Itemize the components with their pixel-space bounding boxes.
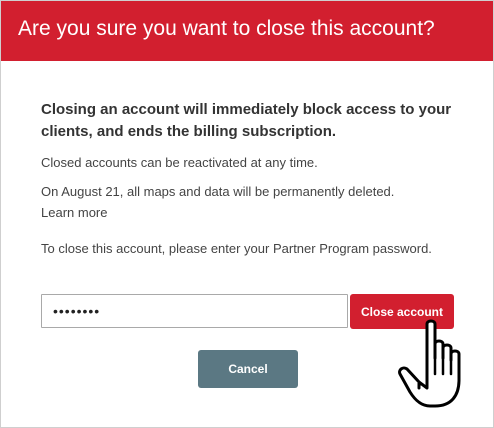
- dialog-header: Are you sure you want to close this acco…: [1, 1, 493, 61]
- deletion-note: On August 21, all maps and data will be …: [41, 181, 461, 223]
- dialog-title: Are you sure you want to close this acco…: [18, 17, 435, 40]
- password-instructions: To close this account, please enter your…: [41, 241, 432, 256]
- learn-more-link[interactable]: Learn more: [41, 202, 461, 223]
- reactivation-note: Closed accounts can be reactivated at an…: [41, 155, 318, 170]
- warning-message: Closing an account will immediately bloc…: [41, 101, 452, 140]
- deletion-note-text: On August 21, all maps and data will be …: [41, 184, 395, 199]
- cancel-button[interactable]: Cancel: [198, 350, 298, 388]
- hand-pointer-icon: [398, 319, 461, 408]
- password-field[interactable]: [41, 294, 348, 328]
